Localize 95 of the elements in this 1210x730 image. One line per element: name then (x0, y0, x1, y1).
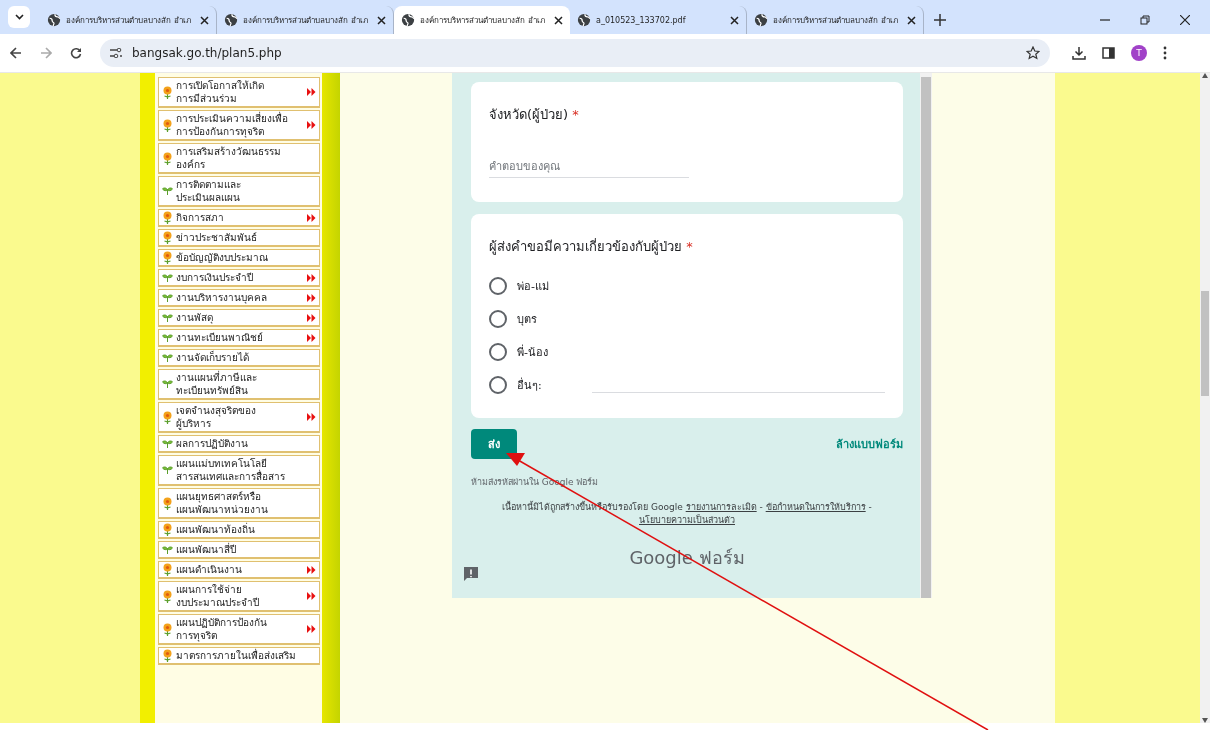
sidebar-item[interactable]: กิจการสภา (158, 209, 320, 227)
scrollbar[interactable] (920, 73, 932, 598)
scrollbar-thumb[interactable] (1201, 290, 1209, 396)
sidebar-item[interactable]: การเปิดโอกาสให้เกิด การมีส่วนร่วม (158, 77, 320, 108)
sidebar-item[interactable]: ข่าวประชาสัมพันธ์ (158, 229, 320, 247)
scrollbar[interactable] (1200, 73, 1210, 723)
sprout-icon (162, 313, 173, 322)
sprout-icon (162, 273, 173, 282)
close-icon[interactable] (377, 15, 386, 25)
option-label: อื่นๆ: (517, 376, 542, 394)
flower-icon (162, 410, 173, 424)
footer-link[interactable]: ข้อกำหนดในการให้บริการ (765, 502, 866, 512)
flower-icon (162, 85, 173, 99)
submit-button[interactable]: ส่ง (471, 429, 517, 459)
flower-icon (162, 589, 173, 603)
close-icon[interactable] (554, 15, 563, 25)
flower-icon (162, 231, 173, 244)
sidebar-item[interactable]: มาตรการภายในเพื่อส่งเสริม (158, 647, 320, 665)
feedback-icon[interactable] (463, 566, 479, 582)
sprout-icon (162, 380, 173, 388)
radio-button[interactable] (489, 343, 507, 361)
sidebar-item[interactable]: แผนการใช้จ่าย งบประมาณประจำปี (158, 581, 320, 612)
flower-icon (162, 211, 173, 224)
globe-icon (401, 13, 415, 27)
globe-icon (577, 13, 591, 27)
scroll-down-icon[interactable] (1202, 718, 1208, 723)
sidebar-item[interactable]: แผนดำเนินงาน (158, 561, 320, 579)
question-title: ผู้ส่งคำขอมีความเกี่ยวข้องกับผู้ป่วย * (489, 237, 694, 257)
close-icon[interactable] (730, 15, 739, 25)
sidebar-item[interactable]: งานบริหารงานบุคคล (158, 289, 320, 307)
new-tab-icon[interactable] (934, 14, 946, 26)
radio-button[interactable] (489, 310, 507, 328)
flower-icon (162, 118, 173, 132)
download-icon[interactable] (1072, 46, 1086, 60)
side-panel-icon[interactable] (1102, 47, 1115, 59)
restore-icon[interactable] (1140, 15, 1150, 25)
close-icon[interactable] (907, 15, 916, 25)
sidebar-item[interactable]: แผนพัฒนาสี่ปี (158, 541, 320, 559)
sprout-icon (162, 293, 173, 302)
back-icon[interactable] (10, 47, 22, 59)
sprout-icon (162, 353, 173, 362)
tab-search-button[interactable] (8, 6, 30, 28)
menu-icon[interactable] (1163, 46, 1167, 60)
clear-form-link[interactable]: ล้างแบบฟอร์ม (836, 435, 903, 453)
sidebar-item[interactable]: การเสริมสร้างวัฒนธรรม องค์กร (158, 143, 320, 174)
sidebar-item[interactable]: งานจัดเก็บรายได้ (158, 349, 320, 367)
google-forms-logo: Google ฟอร์ม (628, 546, 746, 570)
option-label: บุตร (517, 312, 537, 328)
sidebar-item[interactable]: แผนแม่บทเทคโนโลยี สารสนเทศและการสื่อสาร (158, 455, 320, 486)
scrollbar-thumb[interactable] (921, 77, 931, 598)
flower-icon (162, 649, 173, 662)
option-label: พ่อ-แม่ (517, 279, 549, 295)
star-icon[interactable] (1026, 46, 1040, 60)
flower-icon (162, 622, 173, 636)
site-settings-icon[interactable] (110, 48, 122, 58)
radio-button[interactable] (489, 277, 507, 295)
globe-icon (224, 13, 238, 27)
sprout-icon (162, 439, 173, 448)
flower-icon (162, 251, 173, 264)
sprout-icon (162, 466, 173, 474)
sprout-icon (162, 187, 173, 195)
close-icon[interactable] (200, 15, 209, 25)
sidebar-item[interactable]: แผนปฏิบัติการป้องกัน การทุจริต (158, 614, 320, 645)
option-label: พี่-น้อง (517, 343, 548, 361)
globe-icon (754, 13, 768, 27)
browser-tab[interactable]: องค์การบริหารส่วนตำบลบางสัก อำเภ (394, 6, 570, 34)
flower-icon (162, 151, 173, 165)
sidebar-item[interactable]: เจตจำนงสุจริตของ ผู้บริหาร (158, 402, 320, 433)
flower-icon (162, 523, 173, 536)
radio-button[interactable] (489, 376, 507, 394)
sidebar-item[interactable]: การติดตามและ ประเมินผลแผน (158, 176, 320, 207)
flower-icon (162, 496, 173, 510)
reload-icon[interactable] (70, 47, 82, 59)
sprout-icon (162, 545, 173, 554)
sidebar-item[interactable]: งานแผนที่ภาษีและ ทะเบียนทรัพย์สิน (158, 369, 320, 400)
sidebar-item[interactable]: แผนยุทธศาสตร์หรือ แผนพัฒนาหน่วยงาน (158, 488, 320, 519)
required-mark: * (572, 107, 579, 122)
sidebar-item[interactable]: ผลการปฏิบัติงาน (158, 435, 320, 453)
close-icon[interactable] (1180, 15, 1190, 25)
profile-avatar[interactable]: T (1131, 45, 1147, 61)
sidebar-item[interactable]: งานทะเบียนพาณิชย์ (158, 329, 320, 347)
sprout-icon (162, 333, 173, 342)
sidebar-item[interactable]: งบการเงินประจำปี (158, 269, 320, 287)
footer-link[interactable]: รายงานการละเมิด (685, 502, 757, 512)
sidebar-item[interactable]: ข้อบัญญัติงบประมาณ (158, 249, 320, 267)
footer-link[interactable]: นโยบายความเป็นส่วนตัว (639, 515, 735, 525)
required-mark: * (686, 239, 693, 254)
sidebar-item[interactable]: แผนพัฒนาท้องถิ่น (158, 521, 320, 539)
question-title: จังหวัด(ผู้ป่วย) * (489, 106, 580, 125)
sidebar-item[interactable]: งานพัสดุ (158, 309, 320, 327)
sidebar-item[interactable]: การประเมินความเสี่ยงเพื่อ การป้องกันการทุจริต (158, 110, 320, 141)
globe-icon (47, 13, 61, 27)
flower-icon (162, 563, 173, 576)
address-bar[interactable]: bangsak.go.th/plan5.php (100, 39, 1050, 67)
caret-icon (14, 14, 24, 20)
